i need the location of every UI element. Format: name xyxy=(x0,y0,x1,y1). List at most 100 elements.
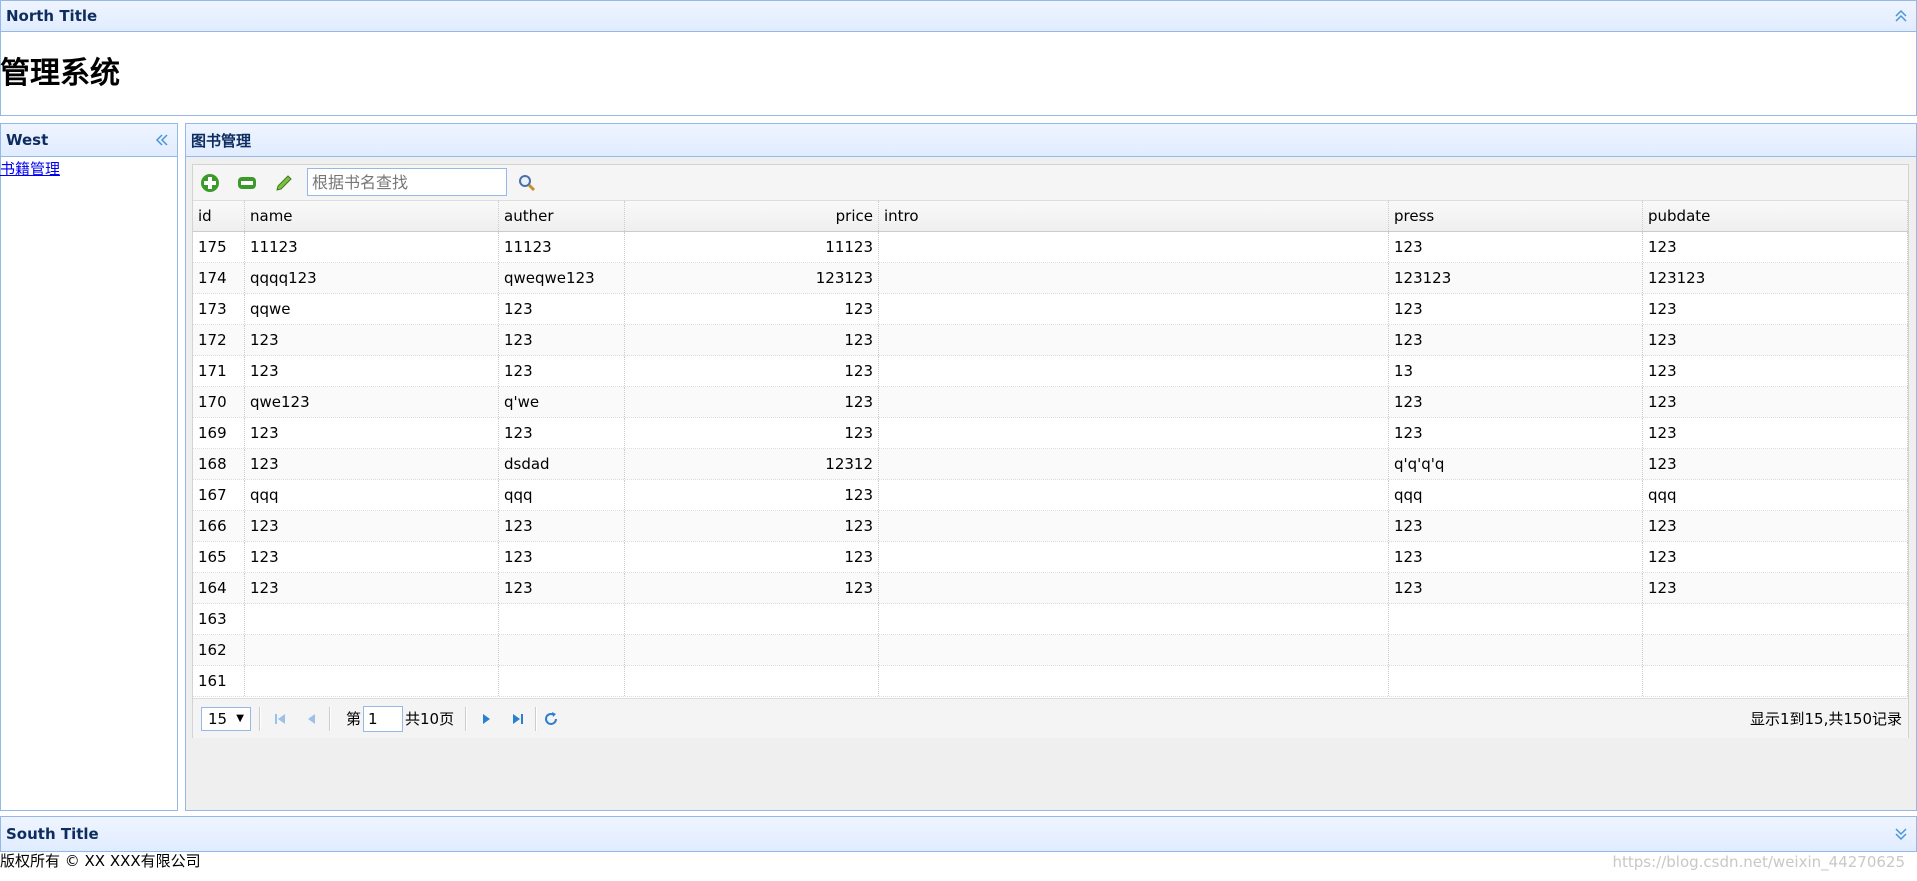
cell-press: 123 xyxy=(1389,418,1643,448)
pager-separator xyxy=(535,707,537,731)
table-row[interactable]: 173 qqwe 123 123 123 123 xyxy=(193,294,1908,325)
table-row[interactable]: 169 123 123 123 123 123 xyxy=(193,418,1908,449)
table-row[interactable]: 164 123 123 123 123 123 xyxy=(193,573,1908,604)
cell-pubdate: 123 xyxy=(1643,232,1908,262)
cell-id: 163 xyxy=(193,604,245,634)
cell-auther: 11123 xyxy=(499,232,625,262)
cell-id: 174 xyxy=(193,263,245,293)
cell-pubdate: qqq xyxy=(1643,480,1908,510)
cell-name: 123 xyxy=(245,356,499,386)
cell-press: 123 xyxy=(1389,387,1643,417)
search-button[interactable] xyxy=(516,172,538,194)
table-row[interactable]: 167 qqq qqq 123 qqq qqq xyxy=(193,480,1908,511)
table-row[interactable]: 170 qwe123 q'we 123 123 123 xyxy=(193,387,1908,418)
cell-auther: 123 xyxy=(499,325,625,355)
page-prefix: 第 xyxy=(346,710,362,728)
cell-pubdate: 123 xyxy=(1643,325,1908,355)
cell-auther xyxy=(499,666,625,696)
cell-price: 123 xyxy=(625,418,879,448)
cell-intro xyxy=(879,294,1389,324)
cell-intro xyxy=(879,666,1389,696)
cell-press: 13 xyxy=(1389,356,1643,386)
column-header-pubdate[interactable]: pubdate xyxy=(1643,201,1908,231)
column-header-auther[interactable]: auther xyxy=(499,201,625,231)
cell-press: 123 xyxy=(1389,511,1643,541)
first-page-button[interactable] xyxy=(273,699,287,738)
cell-name: 11123 xyxy=(245,232,499,262)
remove-button[interactable] xyxy=(236,172,258,194)
prev-page-button[interactable] xyxy=(305,699,319,738)
column-header-price[interactable]: price xyxy=(625,201,879,231)
cell-name: 123 xyxy=(245,511,499,541)
table-row[interactable]: 161 xyxy=(193,666,1908,697)
south-panel-header: South Title xyxy=(0,816,1917,852)
table-row[interactable]: 168 123 dsdad 12312 q'q'q'q 123 xyxy=(193,449,1908,480)
table-row[interactable]: 174 qqqq123 qweqwe123 123123 123123 123123 xyxy=(193,263,1908,294)
cell-intro xyxy=(879,480,1389,510)
table-row[interactable]: 162 xyxy=(193,635,1908,666)
table-row[interactable]: 165 123 123 123 123 123 xyxy=(193,542,1908,573)
cell-auther: qqq xyxy=(499,480,625,510)
watermark-text: https://blog.csdn.net/weixin_44270625 xyxy=(1612,853,1905,871)
table-row[interactable]: 163 xyxy=(193,604,1908,635)
cell-id: 170 xyxy=(193,387,245,417)
cell-id: 165 xyxy=(193,542,245,572)
page-number-value: 1 xyxy=(368,709,378,728)
cell-name xyxy=(245,635,499,665)
cell-auther xyxy=(499,635,625,665)
table-row[interactable]: 171 123 123 123 13 123 xyxy=(193,356,1908,387)
grid-header-row: id name auther price intro press pubdate xyxy=(193,201,1908,232)
cell-price xyxy=(625,635,879,665)
west-panel-body xyxy=(0,157,178,811)
column-header-id[interactable]: id xyxy=(193,201,245,231)
table-row[interactable]: 175 11123 11123 11123 123 123 xyxy=(193,232,1908,263)
cell-intro xyxy=(879,542,1389,572)
prev-page-icon xyxy=(308,713,315,724)
cell-id: 168 xyxy=(193,449,245,479)
cell-name: 123 xyxy=(245,542,499,572)
cell-intro xyxy=(879,387,1389,417)
refresh-button[interactable] xyxy=(543,699,559,738)
cell-auther: 123 xyxy=(499,418,625,448)
cell-price: 123 xyxy=(625,573,879,603)
cell-press xyxy=(1389,604,1643,634)
cell-auther: q'we xyxy=(499,387,625,417)
book-management-link[interactable]: 书籍管理 xyxy=(0,158,60,179)
cell-price: 123123 xyxy=(625,263,879,293)
cell-press: qqq xyxy=(1389,480,1643,510)
pager-separator xyxy=(259,707,261,731)
cell-pubdate: 123 xyxy=(1643,387,1908,417)
collapse-left-icon[interactable] xyxy=(155,133,169,147)
page-size-select[interactable]: 15 ▼ xyxy=(201,699,251,738)
cell-intro xyxy=(879,604,1389,634)
cell-id: 161 xyxy=(193,666,245,696)
cell-name: qwe123 xyxy=(245,387,499,417)
cell-intro xyxy=(879,263,1389,293)
system-title: 管理系统 xyxy=(0,56,120,91)
cell-intro xyxy=(879,356,1389,386)
pencil-icon xyxy=(276,175,292,191)
collapse-up-icon[interactable] xyxy=(1894,9,1908,23)
column-header-name[interactable]: name xyxy=(245,201,499,231)
cell-name: 123 xyxy=(245,573,499,603)
cell-id: 166 xyxy=(193,511,245,541)
page-number-input[interactable]: 1 xyxy=(363,705,404,732)
column-header-press[interactable]: press xyxy=(1389,201,1643,231)
search-input[interactable] xyxy=(307,168,507,196)
cell-intro xyxy=(879,232,1389,262)
page-total: 共10页 xyxy=(405,710,455,728)
cell-pubdate: 123 xyxy=(1643,449,1908,479)
cell-pubdate: 123 xyxy=(1643,356,1908,386)
cell-name: qqqq123 xyxy=(245,263,499,293)
column-header-intro[interactable]: intro xyxy=(879,201,1389,231)
table-row[interactable]: 166 123 123 123 123 123 xyxy=(193,511,1908,542)
table-row[interactable]: 172 123 123 123 123 123 xyxy=(193,325,1908,356)
add-button[interactable] xyxy=(199,172,221,194)
last-page-icon xyxy=(513,713,523,724)
cell-press xyxy=(1389,666,1643,696)
collapse-down-icon[interactable] xyxy=(1894,827,1908,841)
next-page-button[interactable] xyxy=(479,699,493,738)
edit-button[interactable] xyxy=(273,172,295,194)
last-page-button[interactable] xyxy=(511,699,525,738)
cell-press: q'q'q'q xyxy=(1389,449,1643,479)
